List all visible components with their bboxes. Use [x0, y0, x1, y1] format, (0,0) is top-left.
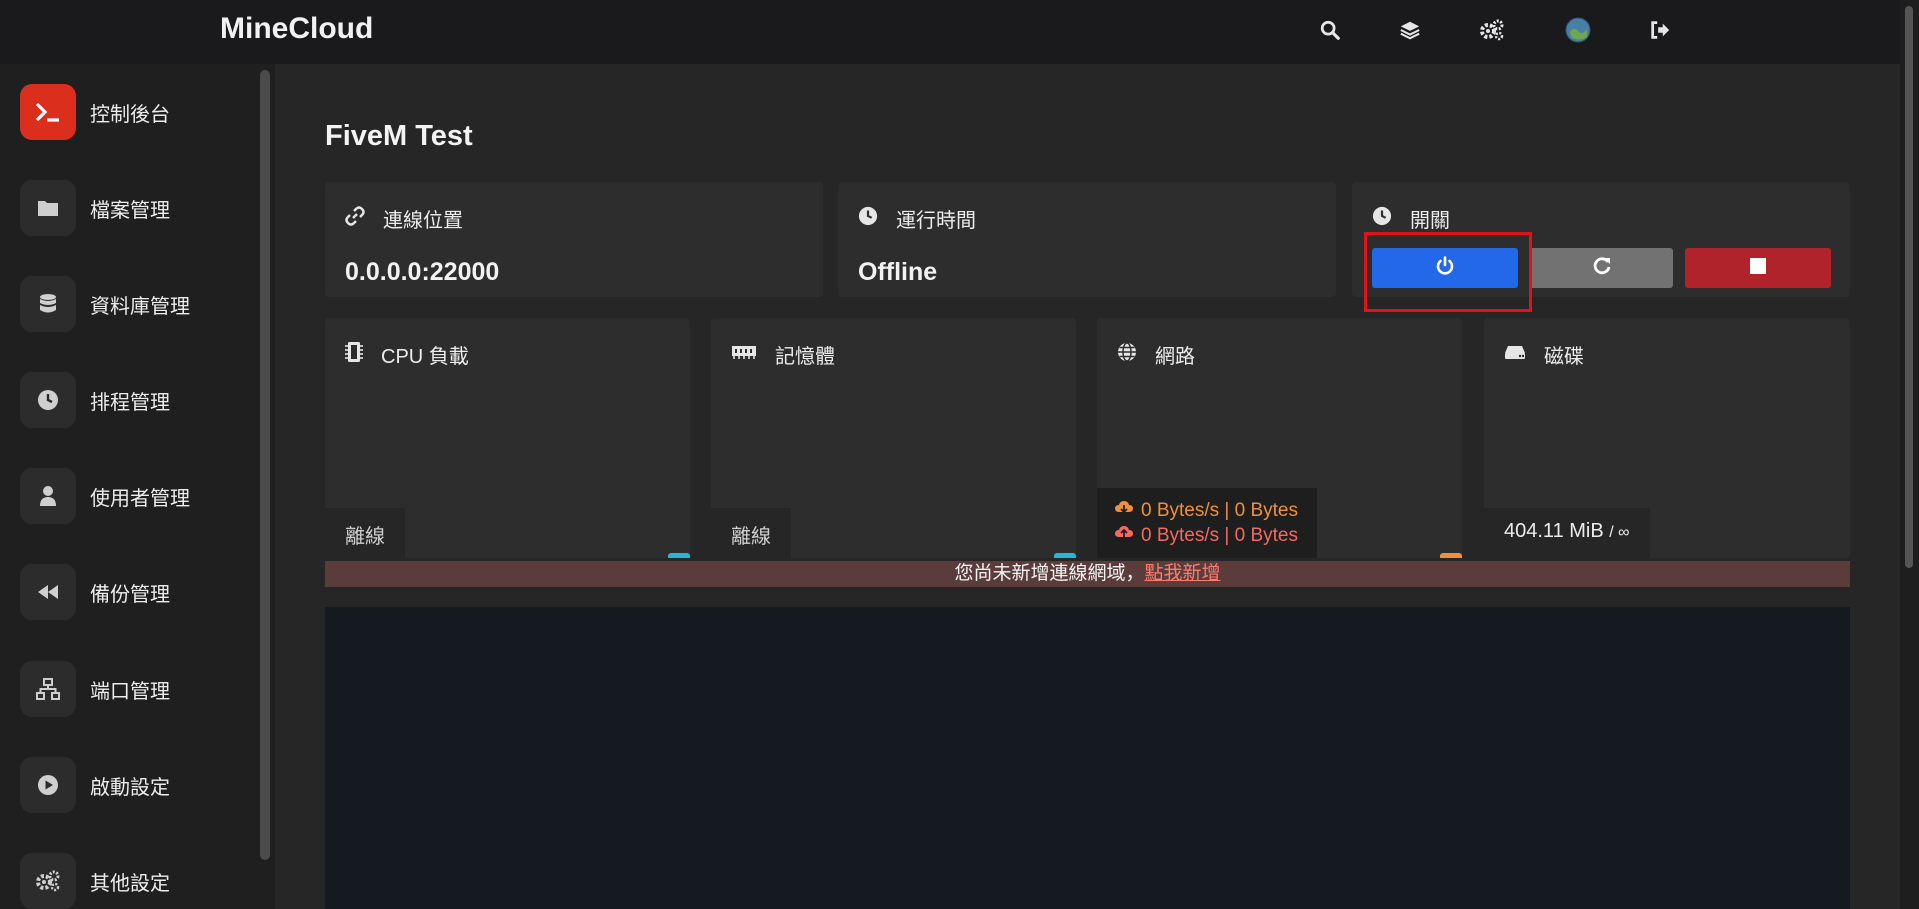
domain-alert-text: 您尚未新增連線網域， [954, 563, 1145, 584]
sidebar-item-label: 資料庫管理 [90, 295, 190, 318]
cloud-download-icon [1115, 500, 1133, 522]
network-card-header: 網路 [1117, 340, 1195, 369]
network-download-row: 0 Bytes/s | 0 Bytes [1115, 498, 1299, 523]
database-icon [20, 276, 76, 332]
microchip-icon [345, 341, 363, 368]
address-label: 連線位置 [383, 210, 463, 232]
sidebar-item-schedules[interactable]: 排程管理 [20, 371, 260, 429]
sidebar-item-label: 啟動設定 [90, 776, 170, 799]
power-label: 開關 [1410, 210, 1450, 232]
uptime-card-header: 運行時間 [858, 204, 976, 233]
memory-usage-bar [1054, 553, 1076, 558]
clock-icon [20, 372, 76, 428]
layers-icon[interactable] [1395, 15, 1425, 45]
brand-logo-text[interactable]: MineCloud [220, 12, 373, 46]
search-icon[interactable] [1315, 15, 1345, 45]
start-button-highlight [1364, 232, 1532, 312]
stop-icon [1749, 257, 1767, 280]
cpu-status-badge: 離線 [325, 508, 405, 558]
sidebar-item-label: 使用者管理 [90, 487, 190, 510]
network-upload-row: 0 Bytes/s | 0 Bytes [1115, 523, 1299, 548]
disk-usage-badge: 404.11 MiB / ∞ [1484, 508, 1650, 558]
globe-avatar-icon[interactable] [1563, 15, 1593, 45]
page-scrollbar[interactable] [1905, 6, 1913, 568]
network-label: 網路 [1155, 346, 1195, 368]
sidebar-item-database[interactable]: 資料庫管理 [20, 275, 260, 333]
sidebar-item-files[interactable]: 檔案管理 [20, 179, 260, 237]
clock-icon [858, 206, 878, 231]
cpu-card: CPU 負載 離線 [325, 318, 690, 558]
memory-icon [731, 344, 757, 365]
sidebar-item-label: 端口管理 [90, 680, 170, 703]
sidebar-item-label: 備份管理 [90, 583, 170, 606]
cpu-card-header: CPU 負載 [345, 340, 469, 369]
stop-button[interactable] [1685, 248, 1831, 288]
page-title: FiveM Test [325, 120, 473, 152]
memory-card-header: 記憶體 [731, 340, 835, 369]
user-icon [20, 468, 76, 524]
domain-alert-banner: 您尚未新增連線網域，點我新增 [325, 561, 1850, 587]
network-upload-value: 0 Bytes/s | 0 Bytes [1141, 524, 1299, 546]
power-card-header: 開關 [1372, 204, 1450, 233]
sidebar-item-label: 其他設定 [90, 872, 170, 895]
redo-icon [1591, 255, 1613, 282]
terminal-icon [20, 84, 76, 140]
sidebar-item-backups[interactable]: 備份管理 [20, 563, 260, 621]
network-usage-bar [1440, 553, 1462, 558]
sidebar-item-label: 檔案管理 [90, 199, 170, 222]
sidebar-item-console[interactable]: 控制後台 [20, 83, 260, 141]
disk-used-value: 404.11 MiB [1504, 520, 1604, 542]
restart-button[interactable] [1530, 248, 1673, 288]
add-domain-link[interactable]: 點我新增 [1145, 563, 1221, 584]
memory-status-badge: 離線 [711, 508, 791, 558]
folder-icon [20, 180, 76, 236]
sidebar-item-users[interactable]: 使用者管理 [20, 467, 260, 525]
backward-icon [20, 564, 76, 620]
disk-card: 磁碟 404.11 MiB / ∞ [1484, 318, 1850, 558]
console-output[interactable] [325, 607, 1850, 909]
globe-icon [1117, 342, 1137, 367]
sidebar-item-other-settings[interactable]: 其他設定 [20, 852, 260, 909]
cogs-icon [20, 853, 76, 909]
network-icon [20, 661, 76, 717]
network-traffic-badge: 0 Bytes/s | 0 Bytes 0 Bytes/s | 0 Bytes [1097, 488, 1317, 558]
memory-label: 記憶體 [775, 346, 835, 368]
memory-card: 記憶體 離線 [711, 318, 1076, 558]
link-icon [345, 206, 365, 231]
gears-icon[interactable] [1477, 15, 1507, 45]
network-download-value: 0 Bytes/s | 0 Bytes [1141, 499, 1299, 521]
sign-out-icon[interactable] [1645, 15, 1675, 45]
cloud-upload-icon [1115, 525, 1133, 547]
sidebar-item-label: 排程管理 [90, 391, 170, 414]
sidebar-item-ports[interactable]: 端口管理 [20, 660, 260, 718]
address-card-header: 連線位置 [345, 204, 463, 233]
uptime-value: Offline [858, 258, 938, 286]
top-navbar: MineCloud [0, 0, 1900, 64]
clock-icon [1372, 206, 1392, 231]
disk-limit-value: / ∞ [1609, 524, 1630, 541]
network-card: 網路 0 Bytes/s | 0 Bytes 0 Bytes/s | 0 Byt… [1097, 318, 1462, 558]
cpu-usage-bar [668, 553, 690, 558]
uptime-label: 運行時間 [896, 210, 976, 232]
address-value: 0.0.0.0:22000 [345, 258, 500, 286]
hdd-icon [1504, 344, 1526, 365]
play-circle-icon [20, 757, 76, 813]
disk-card-header: 磁碟 [1504, 340, 1584, 369]
disk-label: 磁碟 [1544, 346, 1584, 368]
cpu-label: CPU 負載 [381, 346, 469, 368]
sidebar-scrollbar[interactable] [260, 70, 270, 860]
sidebar-item-startup[interactable]: 啟動設定 [20, 756, 260, 814]
uptime-card: 運行時間 Offline [838, 182, 1336, 297]
address-card: 連線位置 0.0.0.0:22000 [325, 182, 823, 297]
sidebar-item-label: 控制後台 [90, 103, 170, 126]
